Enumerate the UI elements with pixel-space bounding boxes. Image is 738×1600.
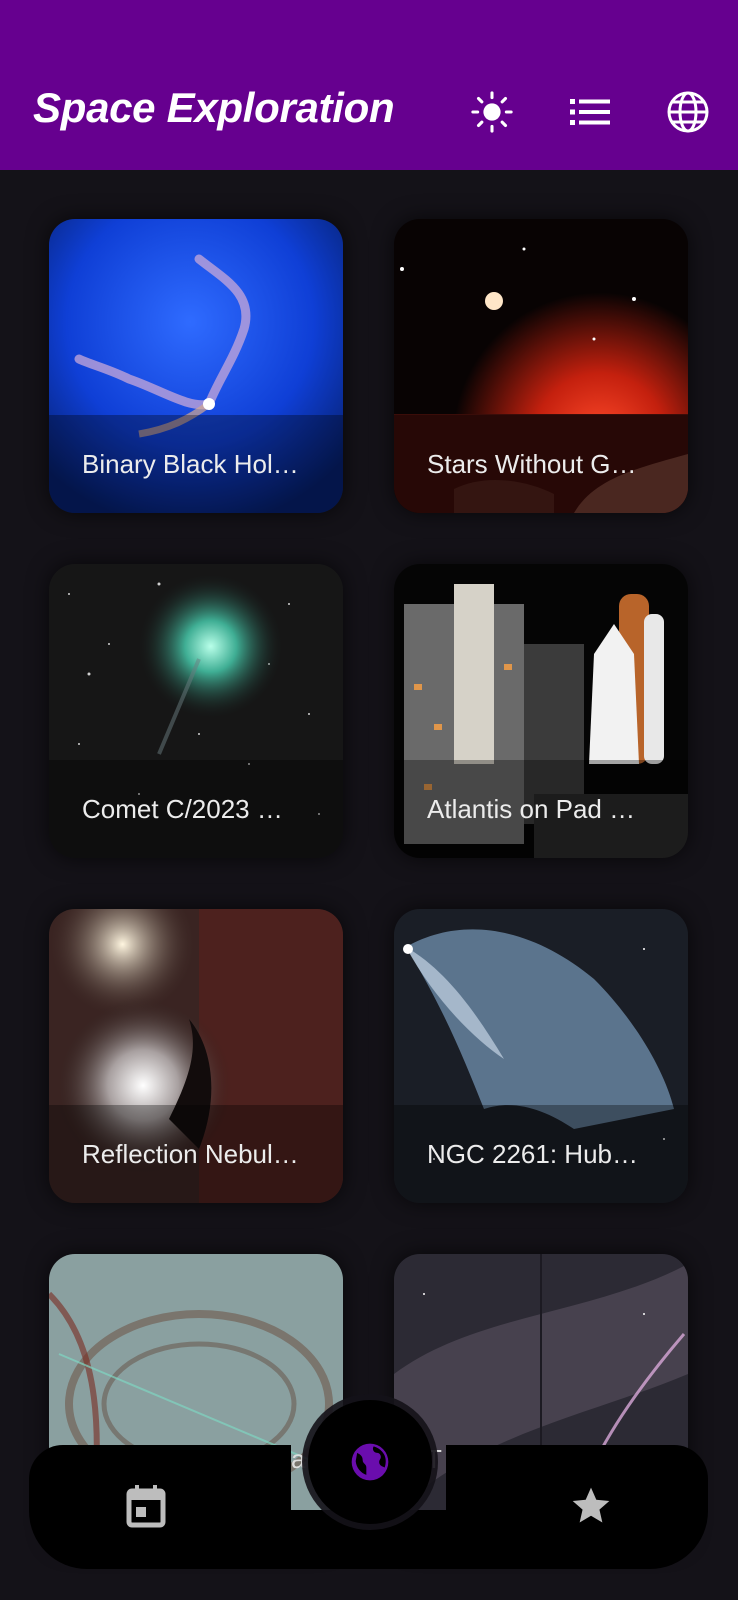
- bottom-nav-right: [446, 1445, 708, 1569]
- star-icon: [572, 1487, 610, 1523]
- card-title: NGC 2261: Hub…: [427, 1138, 638, 1169]
- card-title: Reflection Nebul…: [82, 1138, 299, 1169]
- sun-icon: [471, 91, 513, 133]
- card-comet[interactable]: Comet C/2023 …: [49, 564, 343, 858]
- card-ngc-2261[interactable]: NGC 2261: Hub…: [394, 909, 688, 1203]
- card-title: a: [291, 1444, 306, 1474]
- card-caption: Stars Without G…: [394, 415, 688, 513]
- card-title: Comet C/2023 …: [82, 793, 283, 824]
- explore-fab[interactable]: [308, 1400, 432, 1524]
- card-title: Atlantis on Pad …: [427, 793, 636, 824]
- bottom-nav-left: [29, 1445, 291, 1569]
- app-bar: Space Exploration: [0, 0, 738, 170]
- card-title: Binary Black Hol…: [82, 448, 299, 479]
- card-atlantis-on-pad[interactable]: Atlantis on Pad …: [394, 564, 688, 858]
- card-caption: Comet C/2023 …: [49, 760, 343, 858]
- calendar-button[interactable]: [111, 1471, 181, 1541]
- card-reflection-nebula[interactable]: Reflection Nebul…: [49, 909, 343, 1203]
- card-caption: Reflection Nebul…: [49, 1105, 343, 1203]
- calendar-icon: [126, 1485, 166, 1528]
- list-view-button[interactable]: [568, 90, 612, 134]
- page-title: Space Exploration: [33, 84, 395, 131]
- globe-explore-icon: [351, 1443, 389, 1481]
- card-caption: Atlantis on Pad …: [394, 760, 688, 858]
- card-title: Stars Without G…: [427, 448, 637, 479]
- card-caption: NGC 2261: Hub…: [394, 1105, 688, 1203]
- language-button[interactable]: [666, 90, 710, 134]
- card-caption: Binary Black Hol…: [49, 415, 343, 513]
- list-icon: [570, 99, 610, 125]
- theme-toggle-button[interactable]: [470, 90, 514, 134]
- favorites-button[interactable]: [556, 1471, 626, 1541]
- globe-icon: [667, 91, 709, 133]
- card-stars-without-galaxies[interactable]: Stars Without G…: [394, 219, 688, 513]
- card-binary-black-hole[interactable]: Binary Black Hol…: [49, 219, 343, 513]
